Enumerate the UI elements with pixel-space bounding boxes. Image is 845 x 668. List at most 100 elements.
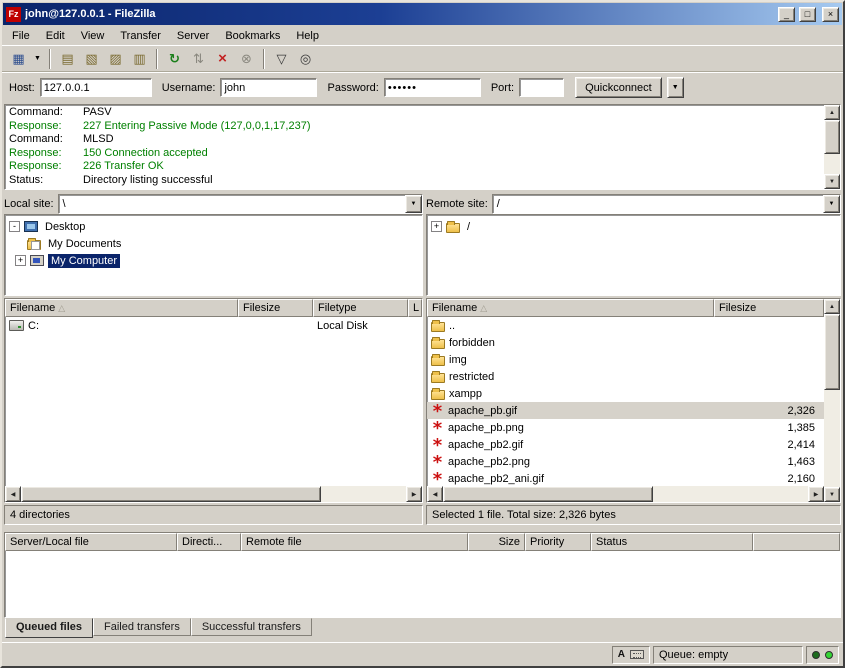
log-scroll-track[interactable] (824, 120, 840, 174)
remote-site-row: Remote site: / ▼ (426, 193, 841, 214)
queue-column-size[interactable]: Size (468, 533, 525, 551)
combo-dropdown-icon[interactable]: ▼ (823, 195, 840, 213)
remote-file-row[interactable]: restricted (427, 368, 824, 385)
queue-column-server-local-file[interactable]: Server/Local file (5, 533, 177, 551)
local-file-row[interactable]: C: Local Disk (5, 317, 422, 334)
remote-vertical-scrollbar[interactable]: ▲ ▼ (824, 299, 840, 502)
tree-item-my-documents[interactable]: My Documents (9, 235, 418, 252)
column-header-last-modified[interactable]: L (408, 299, 422, 317)
scroll-up-icon[interactable]: ▲ (824, 299, 840, 314)
disconnect-icon[interactable]: ⊗ (235, 48, 258, 70)
expand-box-icon[interactable]: + (15, 255, 26, 266)
window-title: john@127.0.0.1 - FileZilla (25, 8, 774, 20)
maximize-button[interactable]: □ (799, 7, 816, 22)
remote-file-row[interactable]: apache_pb2_ani.gif 2,160 (427, 470, 824, 486)
tree-item-my-computer[interactable]: + My Computer (9, 252, 418, 269)
receive-led-icon (825, 651, 833, 659)
local-horizontal-scrollbar[interactable]: ◀ ▶ (5, 486, 422, 502)
port-input[interactable] (519, 78, 564, 97)
remote-list-body: .. forbidden img restricted (427, 317, 824, 486)
menu-bookmarks[interactable]: Bookmarks (217, 28, 288, 44)
menu-edit[interactable]: Edit (38, 28, 73, 44)
scroll-left-icon[interactable]: ◀ (427, 486, 443, 502)
transfer-type-icon[interactable]: A (618, 649, 625, 660)
find-icon[interactable]: ◎ (294, 48, 317, 70)
folder-icon (431, 390, 445, 400)
tree-item-desktop[interactable]: - Desktop (9, 218, 418, 235)
queue-column-direction[interactable]: Directi... (177, 533, 241, 551)
menu-view[interactable]: View (73, 28, 113, 44)
local-site-combobox[interactable]: \ ▼ (58, 194, 423, 214)
minimize-button[interactable]: _ (778, 7, 795, 22)
file-lists: Filename△ Filesize Filetype L C: Local D… (4, 298, 841, 503)
quickconnect-dropdown-icon[interactable]: ▼ (667, 77, 684, 98)
remote-file-row[interactable]: xampp (427, 385, 824, 402)
queue-column-status[interactable]: Status (591, 533, 753, 551)
remote-site-value: / (493, 198, 823, 210)
username-input[interactable] (220, 78, 317, 97)
menu-help[interactable]: Help (288, 28, 327, 44)
remote-file-row[interactable]: forbidden (427, 334, 824, 351)
queue-column-priority[interactable]: Priority (525, 533, 591, 551)
quickconnect-button[interactable]: Quickconnect (575, 77, 662, 98)
remote-pane: Remote site: / ▼ + / (426, 193, 841, 296)
close-button[interactable]: × (822, 7, 839, 22)
queue-body (5, 551, 840, 617)
tree-item-root[interactable]: + / (431, 218, 836, 235)
toggle-message-log-icon[interactable]: ▤ (56, 48, 79, 70)
process-queue-icon[interactable]: ⇅ (187, 48, 210, 70)
remote-horizontal-scrollbar[interactable]: ◀ ▶ (427, 486, 824, 502)
log-line: Command:MLSD (9, 133, 820, 147)
scroll-left-icon[interactable]: ◀ (5, 486, 21, 502)
site-manager-icon[interactable]: ▦ (7, 48, 30, 70)
toggle-local-tree-icon[interactable]: ▧ (80, 48, 103, 70)
scroll-down-icon[interactable]: ▼ (824, 174, 840, 189)
remote-scroll-thumb[interactable] (824, 314, 840, 390)
log-scroll-thumb[interactable] (824, 120, 840, 154)
remote-file-row[interactable]: apache_pb2.png 1,463 (427, 453, 824, 470)
menu-transfer[interactable]: Transfer (112, 28, 169, 44)
expand-box-icon[interactable]: + (431, 221, 442, 232)
column-header-filename[interactable]: Filename△ (5, 299, 238, 317)
remote-file-row-selected[interactable]: apache_pb.gif 2,326 (427, 402, 824, 419)
selected-tree-item: My Computer (48, 254, 120, 268)
filezilla-logo-icon: Fz (6, 7, 21, 22)
password-label: Password: (327, 82, 378, 94)
folder-icon (431, 356, 445, 366)
remote-file-row[interactable]: .. (427, 317, 824, 334)
scroll-down-icon[interactable]: ▼ (824, 487, 840, 502)
remote-file-row[interactable]: apache_pb2.gif 2,414 (427, 436, 824, 453)
scroll-right-icon[interactable]: ▶ (406, 486, 422, 502)
remote-file-row[interactable]: img (427, 351, 824, 368)
remote-file-row[interactable]: apache_pb.png 1,385 (427, 419, 824, 436)
collapse-box-icon[interactable]: - (9, 221, 20, 232)
filter-icon[interactable]: ▽ (270, 48, 293, 70)
queue-header: Server/Local file Directi... Remote file… (5, 533, 840, 551)
scroll-thumb[interactable] (21, 486, 321, 502)
log-scrollbar[interactable]: ▲ ▼ (824, 105, 840, 189)
queue-column-remote-file[interactable]: Remote file (241, 533, 468, 551)
tab-queued-files[interactable]: Queued files (5, 618, 93, 638)
password-input[interactable] (384, 78, 481, 97)
cancel-icon[interactable]: × (211, 48, 234, 70)
scroll-thumb[interactable] (443, 486, 653, 502)
tab-successful-transfers[interactable]: Successful transfers (191, 618, 312, 636)
column-header-filesize[interactable]: Filesize (714, 299, 824, 317)
column-header-filesize[interactable]: Filesize (238, 299, 313, 317)
scroll-right-icon[interactable]: ▶ (808, 486, 824, 502)
toggle-transfer-queue-icon[interactable]: ▥ (128, 48, 151, 70)
host-input[interactable] (40, 78, 152, 97)
remote-site-combobox[interactable]: / ▼ (492, 194, 841, 214)
column-header-filename[interactable]: Filename△ (427, 299, 714, 317)
remote-scroll-track[interactable] (824, 314, 840, 487)
refresh-icon[interactable]: ↻ (163, 48, 186, 70)
toggle-remote-tree-icon[interactable]: ▨ (104, 48, 127, 70)
menu-file[interactable]: File (4, 28, 38, 44)
column-header-filetype[interactable]: Filetype (313, 299, 408, 317)
menu-server[interactable]: Server (169, 28, 217, 44)
site-manager-dropdown-icon[interactable]: ▼ (31, 48, 44, 70)
tab-failed-transfers[interactable]: Failed transfers (93, 618, 191, 636)
log-line: Command:PASV (9, 106, 820, 120)
scroll-up-icon[interactable]: ▲ (824, 105, 840, 120)
combo-dropdown-icon[interactable]: ▼ (405, 195, 422, 213)
